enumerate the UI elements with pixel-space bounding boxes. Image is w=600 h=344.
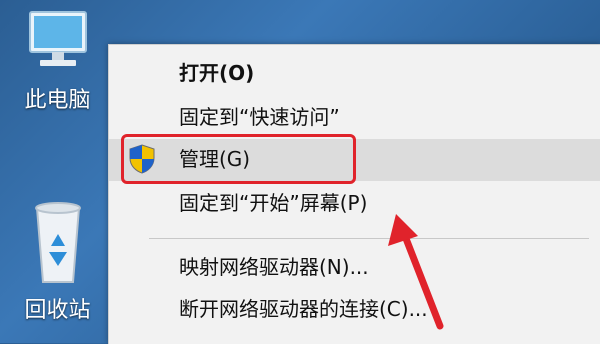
annotation-arrow [388,214,444,330]
